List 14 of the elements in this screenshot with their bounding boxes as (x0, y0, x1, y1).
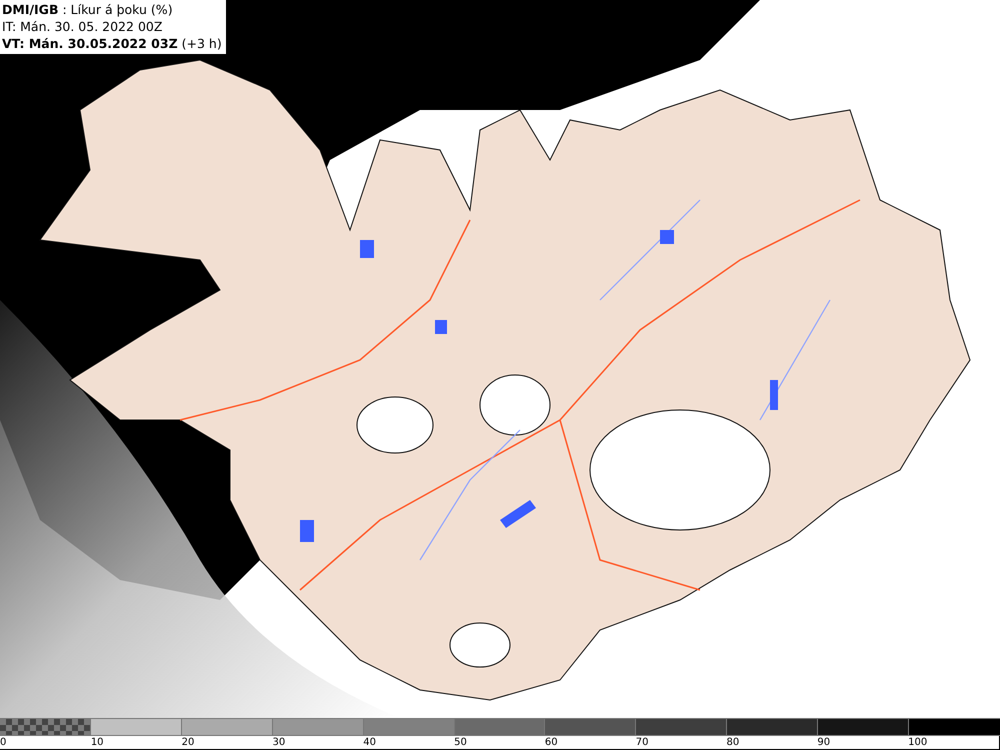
legend-label: 70 (636, 737, 648, 748)
legend-label: 90 (817, 737, 830, 748)
legend-label: 30 (272, 737, 286, 748)
legend-label: 100 (908, 737, 928, 748)
valid-time: VT: Mán. 30.05.2022 03Z (+3 h) (2, 35, 222, 52)
legend-label: 20 (182, 737, 194, 748)
legend-label: 40 (363, 737, 376, 748)
map-title: DMI/IGB : Líkur á þoku (%) (2, 1, 174, 18)
legend-label: 80 (726, 737, 740, 748)
legend-label: 0 (0, 737, 6, 748)
init-time: IT: Mán. 30. 05. 2022 00Z (2, 18, 164, 35)
legend-label: 60 (544, 737, 558, 748)
legend-label: 50 (454, 737, 467, 748)
legend-label: 10 (90, 737, 104, 748)
